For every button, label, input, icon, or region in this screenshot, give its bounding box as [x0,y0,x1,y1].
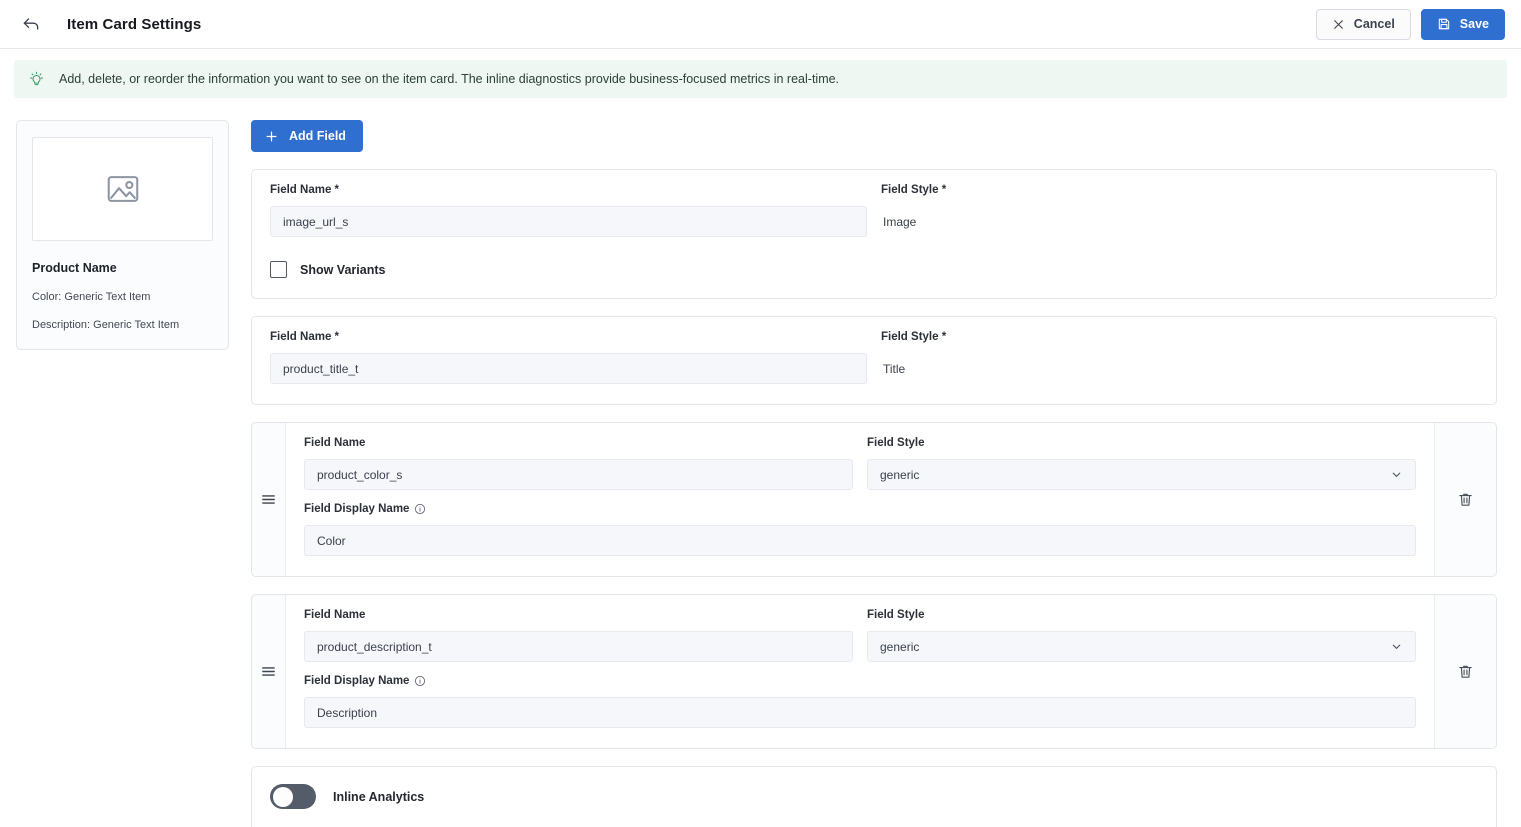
field-name-label: Field Name [304,609,366,621]
field-display-name-label: Field Display Name [304,675,1416,687]
field-style-value: Image [883,214,917,229]
field-name-input[interactable]: product_description_t [304,631,853,662]
field-style-group: Field Style * Title [881,331,1478,384]
back-arrow-icon [21,14,41,34]
close-icon [1332,18,1345,31]
show-variants-label: Show Variants [300,262,386,277]
field-card-description: Field Name product_description_t Field S… [251,594,1497,749]
preview-attribute-description: Description: Generic Text Item [32,319,180,331]
field-display-name-label: Field Display Name [304,503,1416,515]
preview-attribute-color: Color: Generic Text Item [32,291,151,303]
inline-analytics-card: Inline Analytics [251,766,1497,827]
field-style-label: Field Style [867,437,925,449]
delete-field-button[interactable] [1434,595,1496,748]
field-card-body: Field Name product_color_s Field Style g… [286,423,1434,576]
field-name-group: Field Name * image_url_s [270,184,867,237]
field-style-value: Title [883,361,906,376]
chevron-down-icon [1390,640,1403,653]
field-name-label: Field Name * [270,184,340,196]
field-display-name-input[interactable]: Color [304,525,1416,556]
info-banner-text: Add, delete, or reorder the information … [59,72,840,86]
preview-product-name: Product Name [32,261,117,275]
back-button[interactable] [14,7,48,41]
field-display-name-input[interactable]: Description [304,697,1416,728]
inline-analytics-label: Inline Analytics [333,789,425,804]
info-circle-icon[interactable] [414,675,426,687]
field-card-body: Field Name * product_title_t Field Style… [252,317,1496,404]
field-display-name-text: Field Display Name [304,675,410,687]
save-disk-icon [1437,17,1451,31]
field-display-name-text: Field Display Name [304,503,410,515]
plus-icon [264,129,279,144]
drag-handle[interactable] [252,423,286,576]
field-style-select[interactable]: generic [867,459,1416,490]
info-circle-icon[interactable] [414,503,426,515]
field-card-color: Field Name product_color_s Field Style g… [251,422,1497,577]
save-button-label: Save [1459,17,1489,31]
image-placeholder-icon [104,170,142,208]
field-display-name-group: Field Display Name Color [304,503,1416,556]
show-variants-checkbox[interactable] [270,261,287,278]
fields-column: Add Field Field Name * image_url_s Field… [251,120,1497,827]
preview-image-placeholder [32,137,213,241]
field-card-row: Field Name * product_title_t Field Style… [270,331,1478,384]
field-card-row: Field Name * image_url_s Field Style * I… [270,184,1478,237]
page-title: Item Card Settings [67,15,202,33]
field-card-row: Field Name product_description_t Field S… [304,609,1416,662]
item-card-preview: Product Name Color: Generic Text Item De… [16,120,229,350]
drag-handle-icon [260,663,277,680]
inline-analytics-row: Inline Analytics [252,767,442,827]
save-button[interactable]: Save [1420,8,1505,40]
field-name-label: Field Name [304,437,366,449]
trash-icon [1457,663,1474,680]
inline-analytics-toggle[interactable] [270,784,316,809]
top-bar: Item Card Settings Cancel Save [0,0,1521,49]
toggle-knob [273,786,293,807]
cancel-button[interactable]: Cancel [1315,8,1411,40]
chevron-down-icon [1390,468,1403,481]
field-name-input[interactable]: product_title_t [270,353,867,384]
info-banner: Add, delete, or reorder the information … [14,60,1507,98]
delete-field-button[interactable] [1434,423,1496,576]
field-name-input[interactable]: product_color_s [304,459,853,490]
field-display-name-group: Field Display Name Description [304,675,1416,728]
trash-icon [1457,491,1474,508]
field-style-group: Field Style generic [867,609,1416,662]
cancel-button-label: Cancel [1353,17,1395,31]
drag-handle-icon [260,491,277,508]
drag-handle[interactable] [252,595,286,748]
field-name-group: Field Name * product_title_t [270,331,867,384]
add-field-button[interactable]: Add Field [251,120,363,152]
field-style-select[interactable]: generic [867,631,1416,662]
field-style-group: Field Style * Image [881,184,1478,237]
field-card-body: Field Name * image_url_s Field Style * I… [252,170,1496,298]
field-name-label: Field Name * [270,331,340,343]
field-style-group: Field Style generic [867,437,1416,490]
field-name-input[interactable]: image_url_s [270,206,867,237]
show-variants-row: Show Variants [270,261,1478,278]
field-style-label: Field Style * [881,331,947,343]
field-name-group: Field Name product_description_t [304,609,853,662]
top-bar-actions: Cancel Save [1315,8,1505,40]
field-card-body: Field Name product_description_t Field S… [286,595,1434,748]
field-style-label: Field Style [867,609,925,621]
field-style-selected-value: generic [880,639,920,654]
lightbulb-tip-icon [28,71,45,88]
field-card-row: Field Name product_color_s Field Style g… [304,437,1416,490]
field-style-label: Field Style * [881,184,947,196]
settings-body: Product Name Color: Generic Text Item De… [0,98,1521,827]
field-card-title: Field Name * product_title_t Field Style… [251,316,1497,405]
field-style-selected-value: generic [880,467,920,482]
field-name-group: Field Name product_color_s [304,437,853,490]
add-field-label: Add Field [289,129,346,143]
field-card-image: Field Name * image_url_s Field Style * I… [251,169,1497,299]
